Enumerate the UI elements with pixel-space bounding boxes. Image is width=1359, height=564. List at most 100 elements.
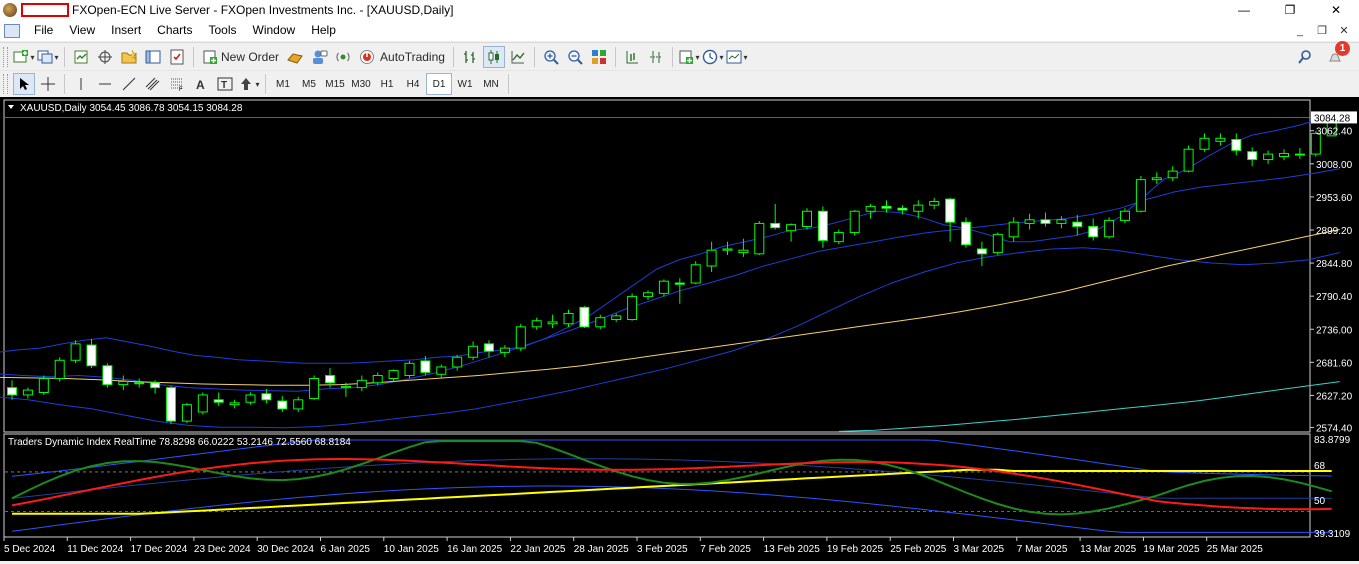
community-button[interactable] — [308, 46, 330, 68]
candle-body — [38, 378, 49, 394]
candle-body — [118, 381, 129, 386]
candle-body — [1104, 219, 1115, 238]
fibonacci-button[interactable]: F — [166, 73, 188, 95]
timeframe-m5[interactable]: M5 — [296, 73, 322, 95]
y-tick-label: 2736.00 — [1316, 325, 1353, 336]
autotrading-button[interactable]: AutoTrading — [356, 46, 448, 68]
main-chart-pane[interactable] — [3, 99, 1311, 433]
horizontal-line-button[interactable] — [94, 73, 116, 95]
menu-tools[interactable]: Tools — [201, 20, 245, 41]
templates-button[interactable]: ▾ — [726, 46, 748, 68]
chart-shift-button[interactable] — [621, 46, 643, 68]
indicator-level-upper: 68 — [1314, 461, 1326, 472]
crosshair-tool-button[interactable] — [37, 73, 59, 95]
candle-body — [595, 317, 606, 328]
terminal-button[interactable] — [142, 46, 164, 68]
indicators-button[interactable]: ▾ — [678, 46, 700, 68]
arrow-up-icon — [241, 78, 252, 90]
menu-window[interactable]: Window — [245, 20, 304, 41]
toolbar-grip[interactable] — [3, 74, 8, 94]
equidistant-channel-button[interactable] — [142, 73, 164, 95]
indicator-info: Traders Dynamic Index RealTime 78.8298 6… — [8, 437, 351, 448]
candle-body — [245, 394, 256, 403]
document-icon[interactable] — [4, 23, 20, 38]
timeframe-d1[interactable]: D1 — [426, 73, 452, 95]
candle-body — [1024, 219, 1035, 224]
candle-body — [547, 321, 558, 325]
app-logo-icon — [3, 3, 17, 17]
templates-icon — [726, 50, 742, 64]
mdi-close-button[interactable]: ✕ — [1333, 24, 1355, 37]
minimize-button[interactable]: — — [1221, 0, 1267, 20]
zoom-in-button[interactable] — [540, 46, 562, 68]
candlestick-chart-button[interactable] — [482, 46, 505, 68]
x-tick-label: 28 Jan 2025 — [574, 544, 629, 555]
menu-view[interactable]: View — [61, 20, 103, 41]
menu-charts[interactable]: Charts — [149, 20, 200, 41]
candle-body — [929, 201, 940, 206]
candle-body — [325, 374, 335, 384]
timeframe-w1[interactable]: W1 — [452, 73, 478, 95]
line-chart-icon — [511, 51, 525, 64]
chart-shift-icon — [626, 51, 638, 64]
new-chart-button[interactable]: ▾ — [13, 46, 35, 68]
candle-body — [674, 282, 685, 285]
search-icon[interactable] — [1297, 49, 1313, 65]
trendline-button[interactable] — [118, 73, 140, 95]
new-order-button[interactable]: New Order — [199, 46, 282, 68]
menu-file[interactable]: File — [26, 20, 61, 41]
navigator-button[interactable] — [118, 46, 140, 68]
timeframe-m1[interactable]: M1 — [270, 73, 296, 95]
chart-window[interactable]: 3084.28 3062.40 3008.00 2953.60 2899.20 2844.… — [0, 97, 1359, 561]
timeframe-m30[interactable]: M30 — [348, 73, 374, 95]
bar-chart-button[interactable] — [459, 46, 481, 68]
vertical-line-button[interactable] — [70, 73, 92, 95]
candle-body — [1231, 138, 1242, 151]
radio-button[interactable] — [332, 46, 354, 68]
candle-body — [865, 205, 876, 212]
candle-body — [706, 249, 717, 267]
fibonacci-icon: F — [171, 78, 183, 92]
y-tick-label: 2627.20 — [1316, 391, 1353, 402]
notification-badge: 1 — [1335, 41, 1350, 56]
candle-body — [658, 280, 669, 294]
y-tick-label: 2681.60 — [1316, 358, 1353, 369]
menu-help[interactable]: Help — [303, 20, 344, 41]
price-chart[interactable]: 3084.28 3062.40 3008.00 2953.60 2899.20 2844.… — [0, 97, 1359, 561]
tile-windows-button[interactable] — [588, 46, 610, 68]
text-label-button[interactable]: T — [214, 73, 236, 95]
arrows-button[interactable]: ▾ — [238, 73, 260, 95]
text-tool-button[interactable]: A — [190, 73, 212, 95]
toolbar-grip[interactable] — [3, 47, 8, 67]
timeframe-h1[interactable]: H1 — [374, 73, 400, 95]
line-studies-toolbar: F A T ▾ M1 M5 M15 M30 H1 H4 D1 W1 MN — [0, 70, 1359, 97]
profiles-button[interactable]: ▾ — [37, 46, 59, 68]
zoom-out-button[interactable] — [564, 46, 586, 68]
cursor-tool-button[interactable] — [13, 73, 35, 95]
timeframe-mn[interactable]: MN — [478, 73, 504, 95]
signals-button[interactable] — [284, 46, 306, 68]
mdi-minimize-button[interactable]: _ — [1289, 25, 1311, 37]
maximize-button[interactable]: ❐ — [1267, 0, 1313, 20]
candle-body — [7, 387, 17, 396]
candle-body — [992, 233, 1003, 254]
notifications-button[interactable]: 1 — [1327, 41, 1350, 65]
candle-body — [579, 306, 590, 328]
data-window-button[interactable] — [94, 46, 116, 68]
indicator-level-max: 83.8799 — [1314, 435, 1351, 446]
new-chart-icon — [13, 50, 29, 63]
mdi-restore-button[interactable]: ❐ — [1311, 24, 1333, 37]
market-watch-button[interactable] — [70, 46, 92, 68]
line-chart-button[interactable] — [507, 46, 529, 68]
timeframe-m15[interactable]: M15 — [322, 73, 348, 95]
periods-button[interactable]: ▾ — [702, 46, 724, 68]
candle-body — [611, 315, 622, 321]
indicator-level-mid: 50 — [1314, 496, 1326, 507]
horizontal-line-icon — [99, 83, 111, 85]
autoscroll-button[interactable] — [645, 46, 667, 68]
timeframe-h4[interactable]: H4 — [400, 73, 426, 95]
menu-insert[interactable]: Insert — [103, 20, 149, 41]
strategy-tester-button[interactable] — [166, 46, 188, 68]
redacted-account-box — [21, 3, 69, 17]
close-button[interactable]: ✕ — [1313, 0, 1359, 20]
